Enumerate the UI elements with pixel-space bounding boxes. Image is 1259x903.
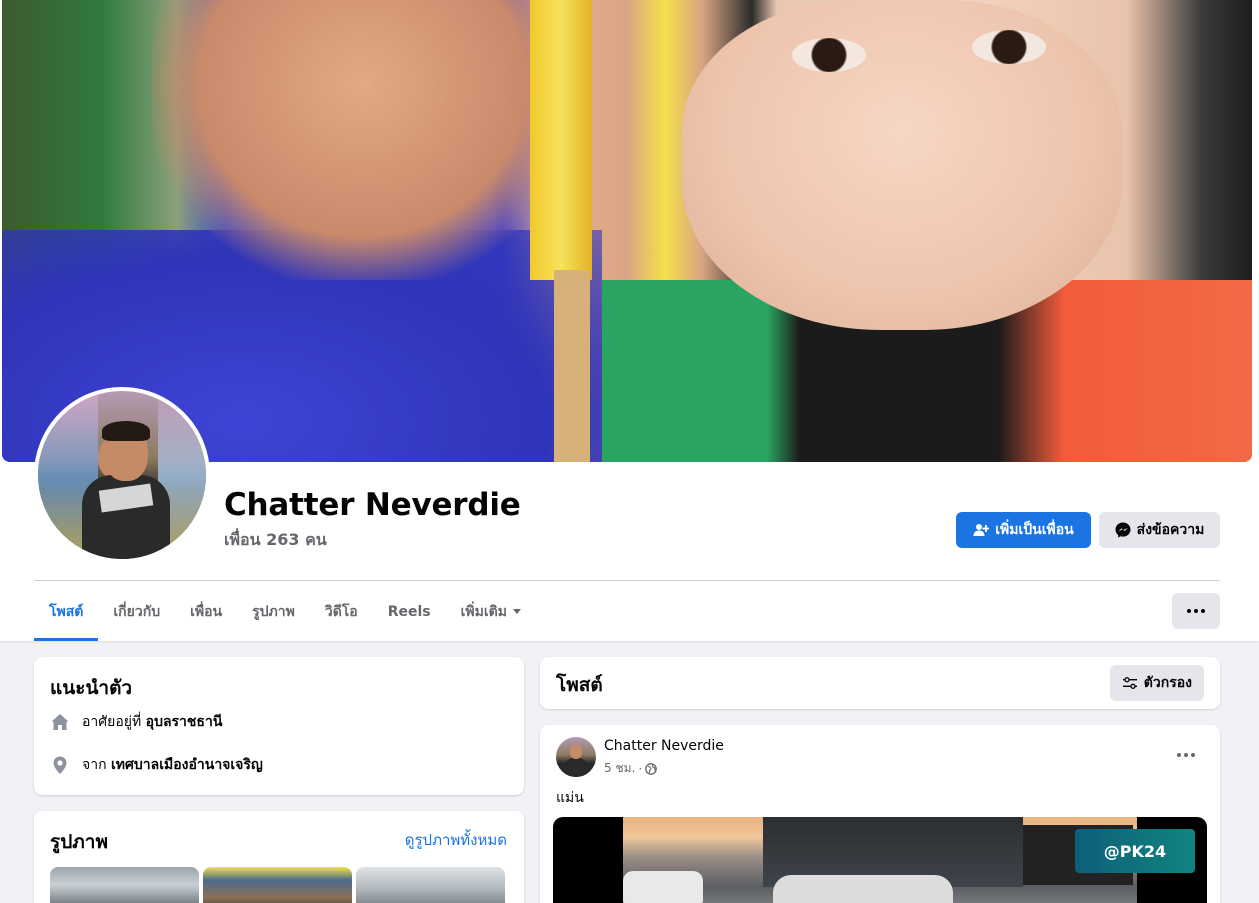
profile-more-button[interactable] — [1172, 593, 1220, 629]
more-dot — [1177, 753, 1181, 757]
tab-label: รูปภาพ — [252, 603, 295, 620]
photos-title: รูปภาพ — [50, 831, 108, 853]
cover-face — [152, 0, 572, 280]
tab-label: เกี่ยวกับ — [113, 603, 161, 620]
post-options-button[interactable] — [1170, 743, 1202, 767]
post-text: แม่น — [556, 790, 584, 806]
profile-header: Chatter Neverdie เพื่อน 263 คน เพิ่มเป็น… — [0, 0, 1259, 641]
post-time[interactable]: 5 ชม. — [604, 759, 635, 778]
cover-eye — [972, 30, 1046, 64]
cover-decoration-stick — [554, 270, 590, 462]
tab-reels[interactable]: Reels — [373, 582, 446, 641]
header-divider — [34, 580, 1220, 581]
tab-photos[interactable]: รูปภาพ — [237, 582, 310, 641]
tab-label: เพิ่มเติม — [460, 603, 507, 620]
intro-title: แนะนำตัว — [50, 677, 133, 699]
tab-label: โพสต์ — [49, 603, 84, 620]
media-car — [623, 871, 703, 903]
photo-thumbnail[interactable] — [203, 867, 352, 903]
avatar-head — [570, 744, 582, 759]
filter-button[interactable]: ตัวกรอง — [1109, 665, 1204, 701]
profile-avatar[interactable] — [34, 387, 210, 563]
message-button[interactable]: ส่งข้อความ — [1099, 512, 1220, 548]
intro-lives-value[interactable]: อุบลราชธานี — [146, 714, 223, 730]
filter-label: ตัวกรอง — [1143, 675, 1192, 691]
photo-thumbnail[interactable] — [356, 867, 505, 903]
add-friend-label: เพิ่มเป็นเพื่อน — [995, 522, 1074, 538]
more-dot — [1191, 753, 1195, 757]
see-all-photos-link[interactable]: ดูรูปภาพทั้งหมด — [405, 828, 507, 852]
photos-card: รูปภาพ ดูรูปภาพทั้งหมด — [34, 811, 524, 903]
intro-from-prefix: จาก — [82, 757, 107, 773]
cover-decoration — [530, 0, 592, 280]
tab-posts[interactable]: โพสต์ — [34, 582, 99, 641]
add-friend-icon — [973, 524, 990, 536]
tab-friends[interactable]: เพื่อน — [175, 582, 237, 641]
messenger-icon — [1115, 522, 1131, 538]
intro-lives-prefix: อาศัยอยู่ที่ — [82, 714, 142, 730]
post-card: Chatter Neverdie 5 ชม. · แม่น @PK24 — [540, 725, 1220, 903]
friend-count[interactable]: เพื่อน 263 คน — [224, 528, 327, 553]
media-car — [773, 875, 953, 903]
more-dot — [1194, 609, 1198, 613]
post-media-image[interactable]: @PK24 — [553, 817, 1207, 903]
filter-sliders-icon — [1122, 677, 1137, 689]
profile-name: Chatter Neverdie — [224, 487, 521, 523]
tab-about[interactable]: เกี่ยวกับ — [98, 582, 175, 641]
posts-title: โพสต์ — [556, 674, 603, 696]
tab-label: Reels — [387, 603, 431, 620]
avatar-hair — [102, 421, 150, 441]
post-author-name[interactable]: Chatter Neverdie — [604, 738, 724, 754]
photo-thumbnail[interactable] — [50, 867, 199, 903]
tab-label: เพื่อน — [190, 603, 223, 620]
tab-label: วิดีโอ — [324, 603, 358, 620]
media-scene: @PK24 — [623, 817, 1195, 903]
message-label: ส่งข้อความ — [1136, 522, 1205, 538]
intro-from: จาก เทศบาลเมืองอำนาจเจริญ — [50, 754, 263, 776]
intro-from-value[interactable]: เทศบาลเมืองอำนาจเจริญ — [111, 757, 263, 773]
more-dot — [1184, 753, 1188, 757]
more-dot — [1201, 609, 1205, 613]
media-sign: @PK24 — [1075, 829, 1195, 873]
add-friend-button[interactable]: เพิ่มเป็นเพื่อน — [956, 512, 1091, 548]
post-meta: 5 ชม. · — [604, 759, 658, 778]
tab-more[interactable]: เพิ่มเติม — [446, 582, 536, 641]
post-author-avatar[interactable] — [556, 737, 596, 777]
intro-card: แนะนำตัว อาศัยอยู่ที่ อุบลราชธานี จาก เท… — [34, 657, 524, 795]
globe-icon[interactable] — [645, 762, 658, 775]
cover-child-face — [682, 0, 1122, 330]
tab-videos[interactable]: วิดีโอ — [310, 582, 373, 641]
intro-lives: อาศัยอยู่ที่ อุบลราชธานี — [50, 711, 222, 733]
location-pin-icon — [50, 755, 70, 775]
meta-separator: · — [638, 761, 643, 776]
more-dot — [1187, 609, 1191, 613]
cover-eye — [792, 38, 866, 72]
profile-tabs: โพสต์ เกี่ยวกับ เพื่อน รูปภาพ วิดีโอ Ree… — [34, 582, 536, 641]
home-icon — [50, 712, 70, 732]
caret-down-icon — [512, 609, 521, 614]
posts-header-card: โพสต์ ตัวกรอง — [540, 657, 1220, 709]
avatar-shirt — [565, 758, 587, 777]
